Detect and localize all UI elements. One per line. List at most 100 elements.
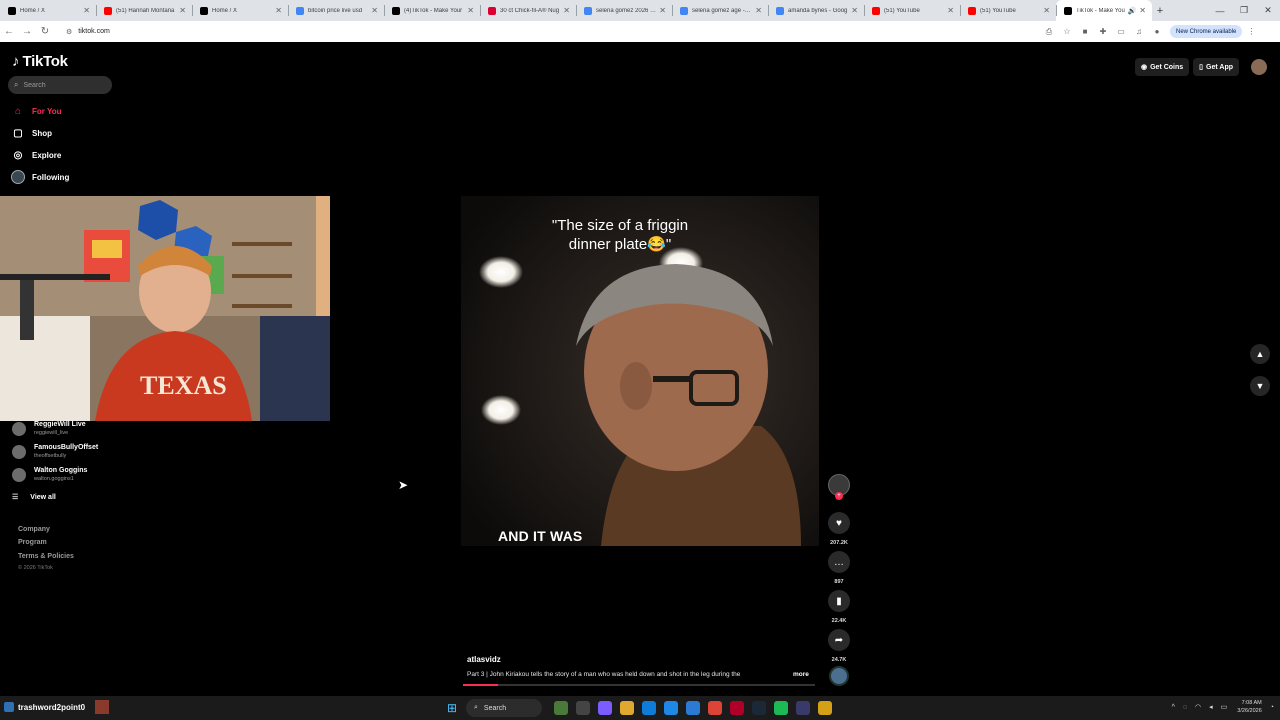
close-tab-icon[interactable]: ✕ [755,6,762,15]
back-icon[interactable]: ← [0,21,18,42]
save-button[interactable]: ▮ 22.4K [827,590,851,624]
get-coins-button[interactable]: ◉ Get Coins [1135,58,1190,76]
google-icon [680,6,688,15]
browser-tab[interactable]: (51) Hannah Montana ✕ [96,0,192,21]
mail-icon[interactable] [686,701,700,715]
nav-explore[interactable]: ◎ Explore [11,147,62,163]
coin-icon: ◉ [1141,64,1148,71]
music-disc-icon[interactable] [829,666,849,686]
browser-tab[interactable]: bitcoin price live usd ✕ [288,0,384,21]
bookmark-star-icon[interactable]: ☆ [1058,21,1076,42]
browser-tab[interactable]: Home / X ✕ [192,0,288,21]
tiktok-logo[interactable]: ♪ TikTok [12,53,68,70]
spotify-icon[interactable] [774,701,788,715]
follow-plus-icon[interactable]: + [835,492,843,500]
close-tab-icon[interactable]: ✕ [179,6,186,15]
profile-avatar[interactable] [1251,59,1267,75]
wifi-icon[interactable]: ◠ [1195,703,1201,711]
close-tab-icon[interactable]: ✕ [1043,6,1050,15]
nav-for-you[interactable]: ⌂ For You [11,103,62,119]
close-tab-icon[interactable]: ✕ [83,6,90,15]
following-account[interactable]: ReggieWill Live reggiewill_live [12,418,86,440]
clock[interactable]: 7:08 AM 3/26/2026 [1237,699,1261,715]
extension-icon[interactable]: ■ [1076,21,1094,42]
new-tab-button[interactable]: + [1152,0,1168,21]
steam-icon[interactable] [752,701,766,715]
taskbar-widget[interactable]: trashword2point0 [4,700,110,714]
battery-icon[interactable]: ▭ [1221,703,1228,711]
next-video-button[interactable]: ▼ [1250,376,1270,396]
browser-tab[interactable]: TikTok - Make You 🔊 ✕ [1056,0,1152,21]
browser-tab[interactable]: amanda bynes - Goog ✕ [768,0,864,21]
chrome-icon[interactable] [708,701,722,715]
site-info-icon[interactable]: ⚙ [66,28,72,36]
puzzle-icon[interactable]: ✚ [1094,21,1112,42]
copilot-icon[interactable] [598,701,612,715]
media-icon[interactable]: ♫ [1130,21,1148,42]
svg-text:TEXAS: TEXAS [140,371,227,400]
search-box[interactable]: ⌕ [8,76,112,94]
browser-tab[interactable]: (51) YouTube ✕ [864,0,960,21]
mic-off-icon[interactable]: ◌ [1183,704,1187,711]
video-player[interactable]: "The size of a friggin dinner plate😂" AN… [461,196,819,546]
minimize-icon[interactable]: — [1208,0,1232,21]
obs-icon[interactable] [730,701,744,715]
comment-button[interactable]: … 897 [827,551,851,585]
close-tab-icon[interactable]: ✕ [659,6,666,15]
profile-icon[interactable]: ● [1148,21,1166,42]
get-app-button[interactable]: ▯ Get App [1193,58,1239,76]
reload-icon[interactable]: ↻ [36,21,54,42]
search-input[interactable] [23,81,104,89]
close-tab-icon[interactable]: ✕ [1139,6,1146,15]
following-account[interactable]: Walton Goggins walton.goggins1 [12,464,87,486]
close-tab-icon[interactable]: ✕ [947,6,954,15]
browser-tab[interactable]: selena gomez age - Go ✕ [672,0,768,21]
close-tab-icon[interactable]: ✕ [371,6,378,15]
task-view-icon[interactable] [576,701,590,715]
warning-app-icon[interactable] [818,701,832,715]
video-progress-bar[interactable] [463,684,815,686]
chevron-up-icon[interactable]: ^ [1172,704,1175,711]
widgets-icon[interactable] [554,701,568,715]
nav-following[interactable]: Following [11,169,69,185]
footer-company-link[interactable]: Company [18,526,50,533]
file-explorer-icon[interactable] [620,701,634,715]
windows-start-icon[interactable]: ⊞ [444,700,460,716]
close-tab-icon[interactable]: ✕ [467,6,474,15]
following-account[interactable]: FamousBullyOffset theoffsetbully [12,441,98,463]
volume-icon[interactable]: ◂ [1209,703,1213,711]
menu-icon[interactable]: ⋮ [1242,21,1260,42]
chrome-update-button[interactable]: New Chrome available [1170,25,1243,38]
browser-tab[interactable]: selena gomez 2026 - G ✕ [576,0,672,21]
discord-icon[interactable] [796,701,810,715]
nav-shop[interactable]: ▢ Shop [11,125,52,141]
sidebar-icon[interactable]: ▭ [1112,21,1130,42]
notifications-icon[interactable]: ◔ [1270,704,1274,711]
install-app-icon[interactable]: ⎙ [1040,21,1058,42]
share-icon: ➦ [828,629,850,651]
close-tab-icon[interactable]: ✕ [275,6,282,15]
view-all-link[interactable]: ☰ View all [12,493,56,502]
close-window-icon[interactable]: ✕ [1256,0,1280,21]
like-button[interactable]: ♥ 207.2K [827,512,851,546]
previous-video-button[interactable]: ▲ [1250,344,1270,364]
close-tab-icon[interactable]: ✕ [563,6,570,15]
footer-terms-link[interactable]: Terms & Policies [18,553,74,560]
forward-icon[interactable]: → [18,21,36,42]
browser-tab[interactable]: (51) YouTube ✕ [960,0,1056,21]
browser-tab[interactable]: Home / X ✕ [0,0,96,21]
address-bar[interactable]: ⚙ tiktok.com [60,24,1040,39]
compass-icon: ◎ [13,149,23,161]
more-link[interactable]: more [793,671,809,678]
taskbar-search[interactable]: ⌕ Search [466,699,542,717]
browser-tab[interactable]: 30 ct Chick-fil-A® Nug ✕ [480,0,576,21]
edge-icon[interactable] [642,701,656,715]
store-icon[interactable] [664,701,678,715]
share-button[interactable]: ➦ 24.7K [827,629,851,663]
maximize-icon[interactable]: ❐ [1232,0,1256,21]
footer-program-link[interactable]: Program [18,539,47,546]
browser-tab[interactable]: (4)TikTok - Make Your ✕ [384,0,480,21]
close-tab-icon[interactable]: ✕ [851,6,858,15]
speaker-icon[interactable]: 🔊 [1128,7,1137,15]
video-username[interactable]: atlasvidz [467,655,501,664]
